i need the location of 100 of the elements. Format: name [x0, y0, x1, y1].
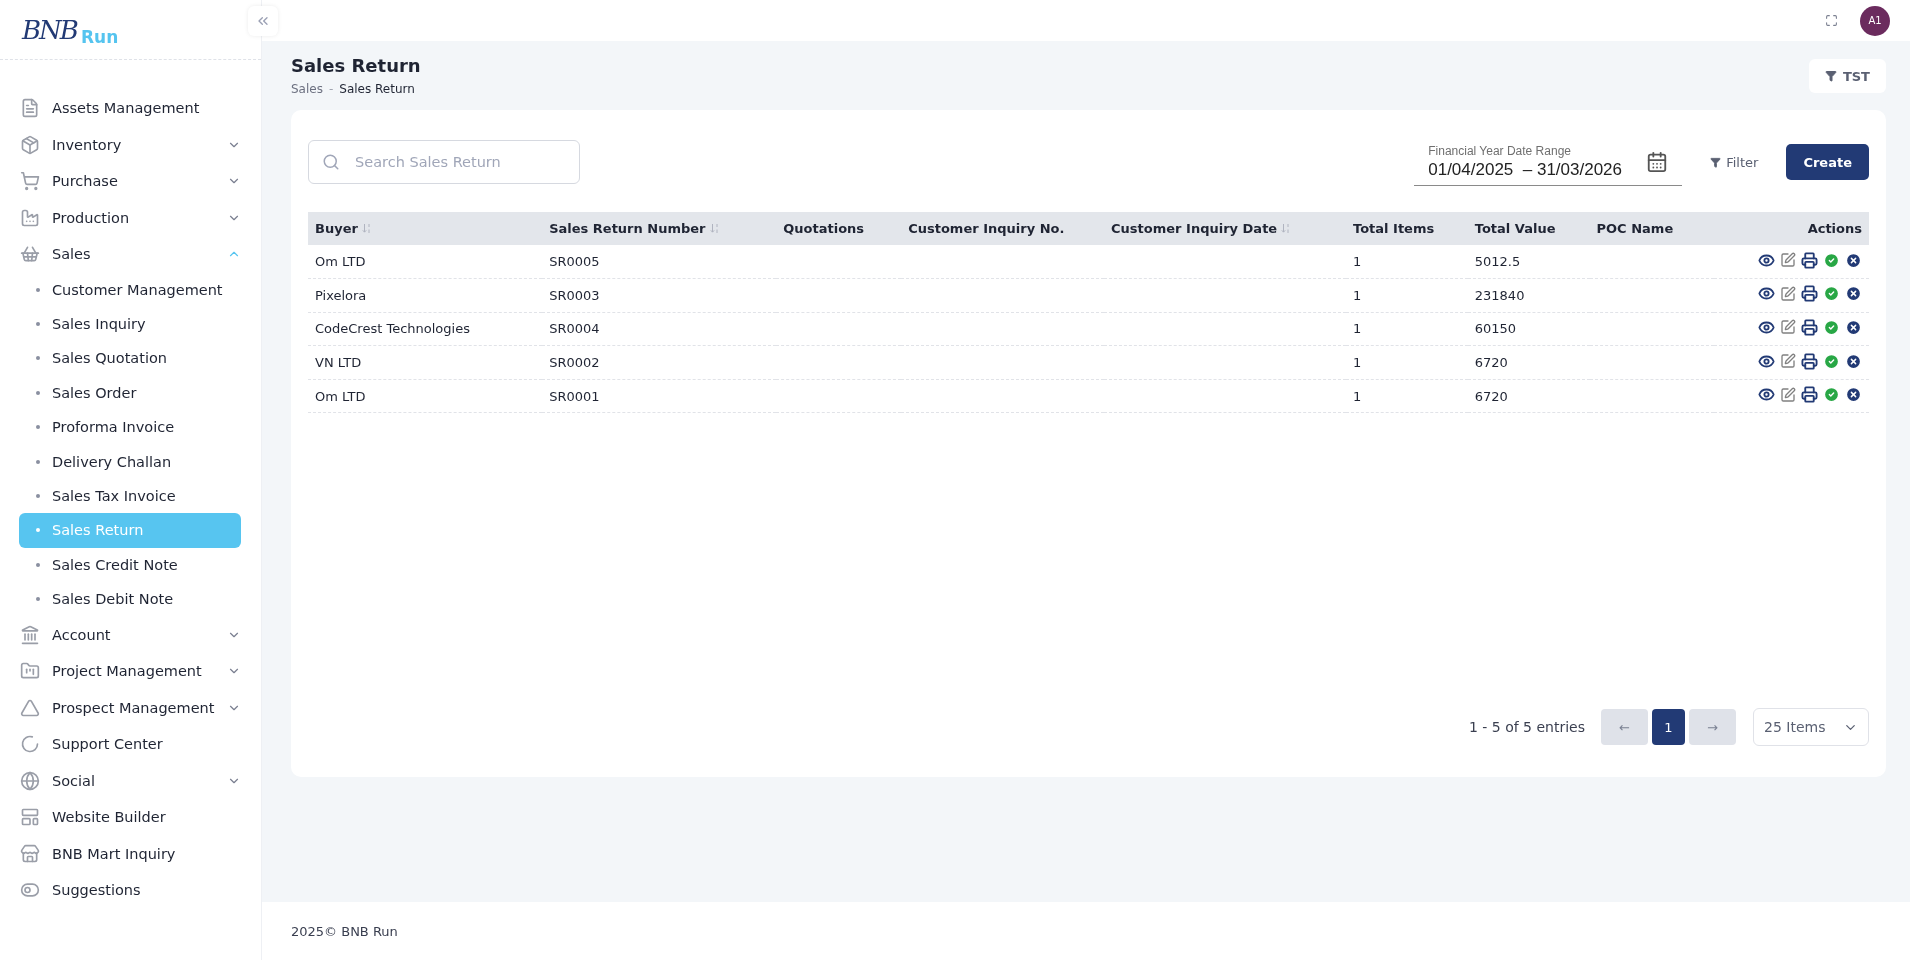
globe-icon	[20, 770, 40, 791]
calendar-icon[interactable]	[1646, 150, 1669, 173]
nav-subitem[interactable]: Sales Order	[19, 375, 241, 411]
footer-text: 2025© BNB Run	[291, 923, 398, 939]
edit-icon[interactable]	[1780, 386, 1796, 403]
column-header: Total Value	[1474, 221, 1556, 236]
nav-subitem[interactable]: Sales Credit Note	[19, 547, 241, 582]
print-icon[interactable]	[1801, 285, 1818, 303]
nav-item[interactable]: Project Management	[0, 652, 261, 690]
table-cell: Om LTD	[315, 388, 366, 404]
column-header: POC Name	[1596, 221, 1674, 236]
filter-button[interactable]: Filter	[1702, 154, 1767, 170]
store-icon	[20, 843, 40, 864]
close-icon[interactable]	[1845, 352, 1862, 370]
nav-item[interactable]: Assets Management	[0, 90, 261, 127]
breadcrumb-item[interactable]: Sales	[291, 82, 323, 96]
column-header: Actions	[1807, 221, 1862, 236]
print-icon[interactable]	[1801, 319, 1818, 336]
nav-item[interactable]: Website Builder	[0, 798, 261, 836]
approve-icon[interactable]	[1823, 251, 1840, 269]
table-cell: SR0004	[549, 321, 600, 337]
nav-subitem[interactable]: Delivery Challan	[19, 444, 241, 479]
close-icon[interactable]	[1845, 285, 1862, 303]
triangle-icon	[20, 697, 40, 718]
close-icon[interactable]	[1845, 251, 1862, 269]
table-cell: 1	[1353, 287, 1362, 303]
table-cell: SR0003	[549, 287, 600, 303]
layout-icon	[20, 807, 40, 828]
create-button[interactable]: Create	[1786, 144, 1869, 180]
table-cell: 6720	[1474, 388, 1508, 404]
column-header[interactable]: Buyer	[315, 221, 372, 236]
search-icon	[322, 153, 340, 171]
print-icon[interactable]	[1801, 386, 1818, 404]
document-icon	[20, 98, 40, 119]
company-button[interactable]: TST	[1808, 59, 1886, 93]
print-icon[interactable]	[1801, 251, 1818, 269]
avatar[interactable]: A1	[1860, 5, 1890, 36]
ring-icon	[20, 734, 40, 755]
nav-item[interactable]: Suggestions	[0, 871, 261, 909]
edit-icon[interactable]	[1780, 353, 1796, 370]
table-cell: VN LTD	[315, 355, 362, 371]
fullscreen-icon[interactable]	[1825, 14, 1838, 27]
folder-icon	[20, 661, 40, 682]
table-cell: SR0005	[549, 254, 600, 270]
nav-subitem[interactable]: Sales Tax Invoice	[19, 478, 241, 514]
nav-item[interactable]: Prospect Management	[0, 689, 261, 726]
logo-name: Run	[80, 27, 119, 47]
nav-item[interactable]: Inventory	[0, 126, 261, 163]
nav-subitem[interactable]: Sales Debit Note	[19, 582, 241, 617]
logo-mark: BNB	[22, 14, 77, 45]
nav-subitem[interactable]: Customer Management	[19, 272, 241, 307]
nav-subitem[interactable]: Sales Quotation	[19, 341, 241, 376]
column-header: Customer Inquiry No.	[908, 221, 1065, 236]
approve-icon[interactable]	[1823, 285, 1840, 303]
nav-item[interactable]: Production	[0, 199, 261, 236]
table-cell: 1	[1353, 388, 1362, 404]
nav-item[interactable]: Sales	[0, 236, 261, 273]
table-cell: Pixelora	[315, 287, 367, 303]
edit-icon[interactable]	[1780, 252, 1796, 269]
table-cell: SR0001	[549, 388, 600, 404]
close-icon[interactable]	[1845, 386, 1862, 404]
page-title: Sales Return	[291, 55, 421, 76]
bank-icon	[20, 624, 40, 645]
approve-icon[interactable]	[1823, 386, 1840, 404]
edit-icon[interactable]	[1780, 319, 1796, 336]
entries-summary: 1 - 5 of 5 entries	[1468, 719, 1585, 735]
filter-icon	[1710, 156, 1722, 168]
breadcrumb-separator: -	[328, 82, 334, 96]
table-cell: 5012.5	[1474, 254, 1521, 270]
nav-subitem[interactable]: Sales Inquiry	[19, 306, 241, 342]
page-button[interactable]: 1	[1652, 709, 1685, 745]
boxes-icon	[20, 134, 40, 155]
table-cell: 231840	[1474, 287, 1525, 303]
table-cell: CodeCrest Technologies	[315, 321, 470, 337]
table-cell: SR0002	[549, 355, 600, 371]
approve-icon[interactable]	[1823, 352, 1840, 370]
table-cell: 60150	[1474, 321, 1517, 337]
edit-icon[interactable]	[1780, 285, 1796, 302]
filter-icon	[1824, 70, 1837, 82]
view-icon[interactable]	[1758, 319, 1775, 336]
nav-item[interactable]: Purchase	[0, 163, 261, 200]
nav-item[interactable]: Account	[0, 616, 261, 653]
factory-icon	[20, 207, 40, 228]
nav-item[interactable]: BNB Mart Inquiry	[0, 835, 261, 872]
approve-icon[interactable]	[1823, 319, 1840, 336]
nav-subitem[interactable]: Proforma Invoice	[19, 410, 241, 445]
table-cell: 1	[1353, 254, 1362, 270]
table-cell: 6720	[1474, 355, 1508, 371]
breadcrumb-item: Sales Return	[339, 82, 415, 96]
table-cell: 1	[1353, 321, 1362, 337]
table-cell: 1	[1353, 355, 1362, 371]
nav-item[interactable]: Support Center	[0, 725, 261, 763]
page-size-select[interactable]: 25 Items	[1753, 708, 1869, 746]
date-range-field[interactable]: Financial Year Date Range 01/04/2025 – 31/03/2026	[1414, 138, 1683, 186]
table-cell: Om LTD	[315, 254, 366, 270]
print-icon[interactable]	[1801, 352, 1818, 370]
cart-icon	[20, 171, 40, 192]
close-icon[interactable]	[1845, 319, 1862, 336]
search-field[interactable]: Search Sales Return	[308, 140, 580, 184]
nav-item[interactable]: Social	[0, 762, 261, 799]
